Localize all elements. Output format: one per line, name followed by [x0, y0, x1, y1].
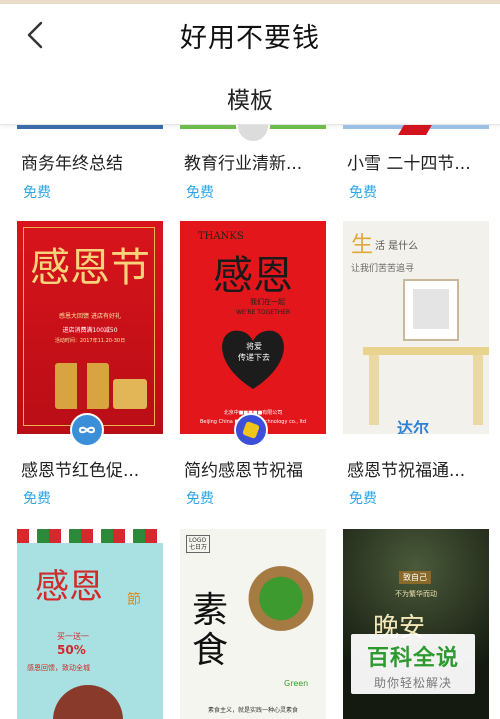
thumb-text: 素食主义，就是实践一种心灵素食 [207, 707, 298, 714]
site-watermark: 百科全说 助你轻松解决 [351, 634, 475, 694]
template-card[interactable]: 小雪 二十四节... 免费 [343, 125, 489, 205]
thumb-text: 活动时间：2017年11.20-30日 [54, 338, 126, 344]
thumb-text: 生 [351, 233, 374, 258]
template-thumbnail: THANKS 感恩 我们在一起 WE'RE TOGETHER 将爱 传递下去 北… [180, 221, 326, 434]
thumb-text: 将爱 传递下去 [238, 342, 270, 362]
status-strip [0, 0, 500, 4]
author-avatar [234, 413, 268, 447]
template-card[interactable]: 教育行业清新... 免费 [180, 125, 326, 205]
page-title: 好用不要钱 [180, 23, 320, 54]
template-price: 免费 [186, 491, 214, 507]
thumb-text: 致自己 [399, 571, 431, 584]
template-title: 商务年终总结 [21, 154, 123, 174]
thumb-main-text: 感恩节 [30, 245, 150, 291]
template-thumbnail: 感恩节 感恩大回馈 进店有好礼 进店消费满100减50 活动时间：2017年11… [17, 221, 163, 434]
template-title: 教育行业清新... [184, 154, 303, 174]
watermark-subtitle: 助你轻松解决 [373, 676, 452, 690]
thumb-text: 50% [57, 643, 86, 657]
top-bar: 好用不要钱 [0, 0, 500, 72]
template-thumbnail: 感恩 節 买一送一 50% 感恩回馈，致动全城 [17, 529, 163, 719]
template-card[interactable]: LOGO 七日万 素食 Green 素食主义，就是实践一种心灵素食 [180, 529, 326, 719]
thumb-main-text: 素食 [192, 590, 229, 671]
template-card[interactable]: 生 活 是什么 让我们苦苦追寻 达尔 感恩节祝福通... 免费 [343, 221, 489, 511]
table-illustration [363, 347, 489, 355]
template-title: 简约感恩节祝福 [184, 461, 303, 481]
thumb-text: 让我们苦苦追寻 [351, 264, 415, 274]
template-card[interactable]: 商务年终总结 免费 [17, 125, 163, 205]
watermark-title: 百科全说 [366, 646, 459, 671]
template-thumbnail [17, 125, 163, 129]
template-price: 免费 [349, 185, 377, 201]
template-title: 小雪 二十四节... [347, 154, 471, 174]
thumb-text: WE'RE TOGETHER [236, 309, 291, 316]
thumb-text: 我们在一起 [250, 298, 285, 306]
section-label: 模板 [227, 88, 273, 114]
template-price: 免费 [23, 491, 51, 507]
template-thumbnail: 生 活 是什么 让我们苦苦追寻 达尔 [343, 221, 489, 434]
template-price: 免费 [349, 491, 377, 507]
thumb-main-text: 感恩 [35, 567, 103, 607]
author-avatar [70, 413, 104, 447]
thumb-text: 節 [127, 592, 141, 608]
template-card[interactable]: 感恩节 感恩大回馈 进店有好礼 进店消费满100减50 活动时间：2017年11… [17, 221, 163, 511]
thumb-text: 不为繁华而动 [395, 590, 437, 598]
thumb-text: THANKS [198, 231, 244, 242]
infinity-logo-icon [78, 426, 96, 434]
picture-frame [403, 279, 459, 341]
thumb-text: 感恩大回馈 进店有好礼 [59, 313, 121, 320]
thumb-text: 买一送一 [57, 632, 89, 641]
thumb-text: 感恩回馈，致动全城 [27, 664, 90, 672]
template-card[interactable]: 感恩 節 买一送一 50% 感恩回馈，致动全城 [17, 529, 163, 719]
thumbnail-red-mark [398, 125, 432, 135]
thumb-brand: 达尔 [397, 419, 430, 434]
template-title: 感恩节红色促... [21, 461, 140, 481]
thumb-main-text: 感恩 [213, 253, 293, 299]
template-card[interactable]: THANKS 感恩 我们在一起 WE'RE TOGETHER 将爱 传递下去 北… [180, 221, 326, 511]
section-header: 模板 [0, 72, 500, 125]
template-title: 感恩节祝福通... [347, 461, 466, 481]
thumb-text: Green [284, 679, 309, 688]
thumb-logo: LOGO 七日万 [186, 535, 211, 553]
thumb-text: 进店消费满100减50 [62, 327, 118, 334]
thumb-text: 活 是什么 [375, 241, 419, 252]
turkey-illustration [53, 685, 123, 719]
vegetable-basket-illustration [236, 549, 326, 639]
author-avatar [236, 125, 270, 143]
template-price: 免费 [186, 185, 214, 201]
template-thumbnail: LOGO 七日万 素食 Green 素食主义，就是实践一种心灵素食 [180, 529, 326, 719]
template-grid: 商务年终总结 免费 教育行业清新... 免费 小雪 二十四节... 免费 感恩节… [0, 125, 500, 719]
template-price: 免费 [23, 185, 51, 201]
